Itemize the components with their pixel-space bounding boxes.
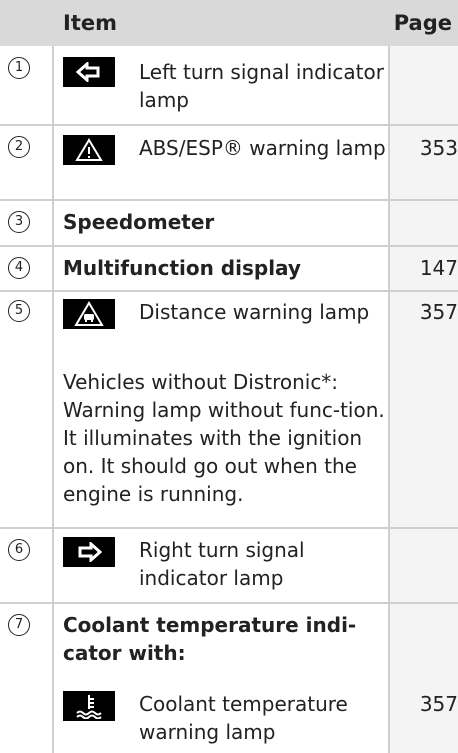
row-number-badge: 5: [8, 300, 30, 322]
page-number: 357: [419, 692, 458, 716]
row-number-badge: 4: [8, 257, 30, 279]
right-arrow-icon: [63, 537, 115, 567]
row-text: Coolant temperature warning lamp: [139, 692, 348, 744]
note-text: Vehicles without Distronic*: Warning lam…: [63, 370, 385, 506]
row-divider: [0, 124, 458, 126]
row-text: Left turn signal indicator lamp: [139, 60, 384, 112]
page-column-header: Page: [393, 11, 452, 35]
row-divider: [0, 199, 458, 201]
row-number-badge: 2: [8, 136, 30, 158]
row-text: Speedometer: [63, 210, 215, 234]
row-divider: [0, 527, 458, 529]
distance-warning-icon: [63, 299, 115, 329]
row-number-badge: 6: [8, 539, 30, 561]
row-text: Distance warning lamp: [139, 300, 370, 324]
row-text: ABS/ESP® warning lamp: [139, 136, 386, 160]
row-number-badge: 7: [8, 614, 30, 636]
coolant-temperature-icon: [63, 691, 115, 721]
page-number: 357: [419, 300, 458, 324]
row-divider: [0, 245, 458, 247]
row-number-badge: 1: [8, 57, 30, 79]
page-number: 353: [419, 136, 458, 160]
left-arrow-icon: [63, 57, 115, 87]
table-header: Item Page: [0, 0, 458, 46]
warning-triangle-icon: [63, 135, 115, 165]
row-divider: [0, 602, 458, 604]
row-text: Coolant temperature indi-cator with:: [63, 613, 357, 665]
column-divider: [52, 46, 54, 753]
page-number: 147: [419, 256, 458, 280]
item-page-table: Item Page 1 Left turn signal indicator l…: [0, 0, 458, 753]
row-number-badge: 3: [8, 211, 30, 233]
row-text: Multifunction display: [63, 256, 301, 280]
item-column-header: Item: [63, 11, 117, 35]
row-divider: [0, 290, 458, 292]
row-text: Right turn signal indicator lamp: [139, 538, 305, 590]
